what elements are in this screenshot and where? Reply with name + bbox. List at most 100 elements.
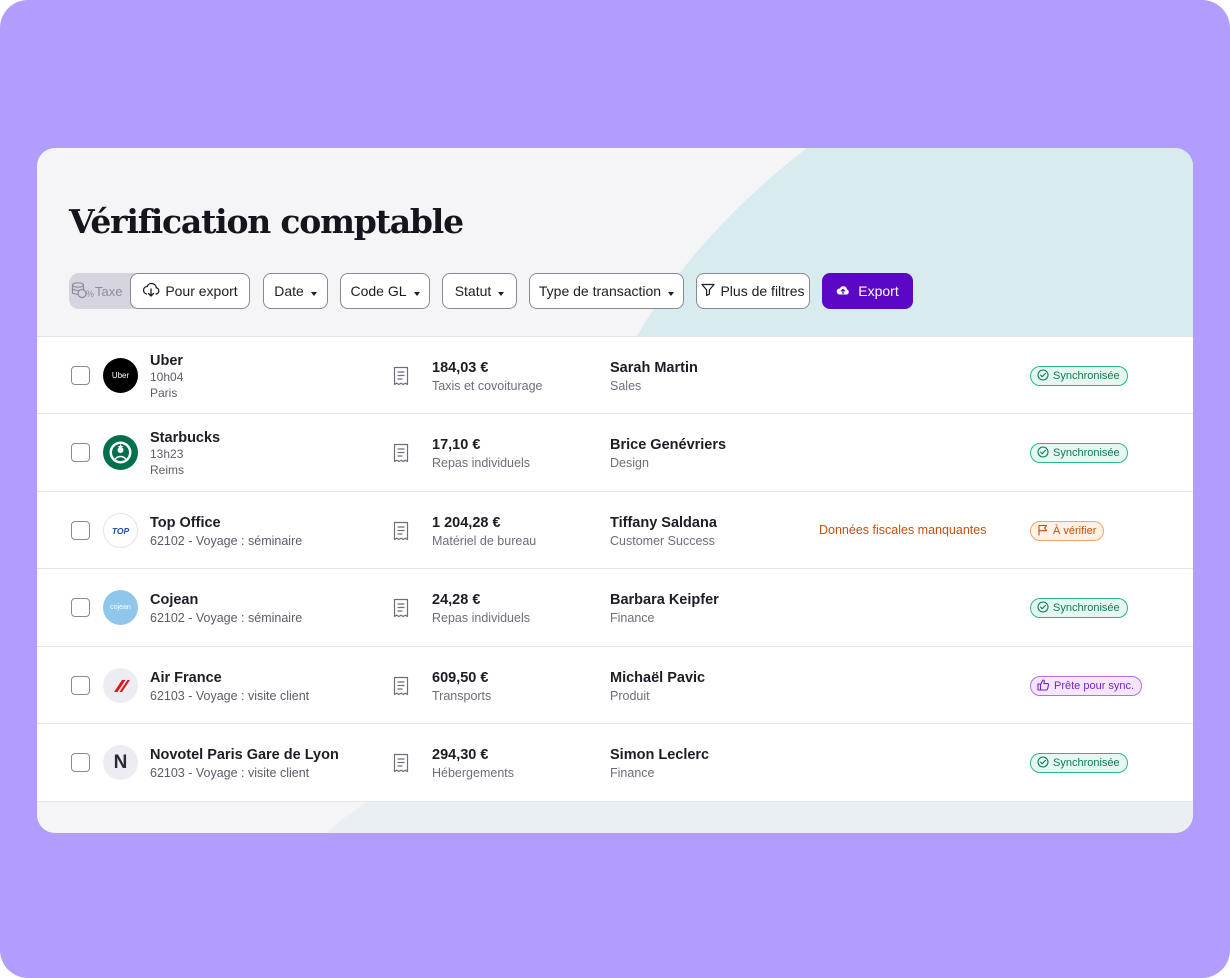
check-circle-icon: [1037, 445, 1049, 461]
merchant-info: Novotel Paris Gare de Lyon 62103 - Voyag…: [150, 746, 390, 782]
employee-team: Sales: [610, 379, 642, 393]
status-label: Synchronisée: [1053, 757, 1120, 769]
status-label: Prête pour sync.: [1054, 680, 1135, 692]
employee-info: Brice Genévriers Design: [610, 436, 810, 472]
employee-info: Michaël Pavic Produit: [610, 669, 810, 705]
caret-down-icon: [498, 291, 505, 296]
status-badge: Synchronisée: [1030, 443, 1128, 463]
filter-toolbar: % Taxe Pour export Date Code GL Statut T…: [69, 273, 1169, 309]
merchant-city: Reims: [150, 462, 185, 477]
export-button[interactable]: Export: [822, 273, 913, 309]
caret-down-icon: [310, 291, 317, 296]
amount-value: 184,03 €: [432, 360, 489, 376]
expense-category: Transports: [432, 689, 492, 703]
receipt-icon[interactable]: [393, 366, 409, 391]
statut-filter-label: Statut: [454, 283, 492, 299]
receipt-icon[interactable]: [393, 443, 409, 468]
row-checkbox[interactable]: [71, 598, 90, 617]
cloud-upload-icon: [836, 283, 850, 299]
receipt-icon[interactable]: [393, 598, 409, 623]
table-row[interactable]: N Novotel Paris Gare de Lyon 62103 - Voy…: [37, 723, 1193, 801]
caret-down-icon: [413, 291, 420, 296]
merchant-time: 10h04: [150, 370, 184, 384]
code-gl-filter-button[interactable]: Code GL: [340, 273, 430, 309]
employee-team: Finance: [610, 766, 655, 780]
receipt-icon[interactable]: [393, 753, 409, 778]
table-row[interactable]: TOP Top Office 62102 - Voyage : séminair…: [37, 491, 1193, 569]
merchant-name: Top Office: [150, 515, 221, 531]
status-badge: Synchronisée: [1030, 366, 1128, 386]
merchant-info: Top Office 62102 - Voyage : séminaire: [150, 514, 390, 550]
table-row[interactable]: Uber Uber 10h04 Paris 184,03 € Taxis et …: [37, 336, 1193, 414]
starbucks-logo: [103, 435, 138, 470]
expense-category: Hébergements: [432, 766, 514, 780]
merchant-time: 13h23: [150, 447, 184, 461]
amount-value: 609,50 €: [432, 670, 489, 686]
verification-panel: Vérification comptable % Taxe Pour expor…: [37, 148, 1193, 833]
funnel-icon: [701, 283, 716, 299]
merchant-gl-code: 62103 - Voyage : visite client: [150, 766, 310, 780]
receipt-icon[interactable]: [393, 521, 409, 546]
merchant-name: Uber: [150, 353, 184, 369]
air-france-logo: [103, 668, 138, 703]
row-checkbox[interactable]: [71, 443, 90, 462]
employee-info: Barbara Keipfer Finance: [610, 591, 810, 627]
date-filter-label: Date: [274, 283, 304, 299]
table-row[interactable]: Starbucks 13h23 Reims 17,10 € Repas indi…: [37, 413, 1193, 491]
status-badge: À vérifier: [1030, 521, 1105, 541]
merchant-info: Air France 62103 - Voyage : visite clien…: [150, 669, 390, 705]
row-checkbox[interactable]: [71, 676, 90, 695]
percent-label: %: [86, 289, 95, 299]
more-filters-button[interactable]: Plus de filtres: [696, 273, 810, 309]
date-filter-button[interactable]: Date: [263, 273, 328, 309]
check-circle-icon: [1037, 368, 1049, 384]
merchant-name: Starbucks: [150, 430, 221, 446]
table-row[interactable]: Air France 62103 - Voyage : visite clien…: [37, 646, 1193, 724]
employee-name: Brice Genévriers: [610, 437, 727, 453]
merchant-city: Paris: [150, 385, 178, 400]
pour-export-button[interactable]: Pour export: [130, 273, 250, 309]
statut-filter-button[interactable]: Statut: [442, 273, 517, 309]
cojean-logo-text: cojean: [110, 604, 131, 611]
employee-team: Customer Success: [610, 534, 715, 548]
expense-category: Taxis et covoiturage: [432, 379, 543, 393]
amount-info: 1 204,28 € Matériel de bureau: [432, 514, 602, 550]
receipt-icon[interactable]: [393, 676, 409, 701]
amount-value: 294,30 €: [432, 747, 489, 763]
amount-info: 609,50 € Transports: [432, 669, 602, 705]
novotel-logo: N: [103, 745, 138, 780]
amount-info: 294,30 € Hébergements: [432, 746, 602, 782]
employee-info: Simon Leclerc Finance: [610, 746, 810, 782]
missing-tax-data-warning: Données fiscales manquantes: [819, 523, 987, 537]
row-checkbox[interactable]: [71, 521, 90, 540]
top-office-logo: TOP: [103, 513, 138, 548]
thumbs-up-icon: [1037, 678, 1050, 694]
merchant-info: Uber 10h04 Paris: [150, 352, 390, 401]
employee-team: Design: [610, 456, 649, 470]
expense-category: Repas individuels: [432, 611, 530, 625]
employee-name: Barbara Keipfer: [610, 592, 719, 608]
row-checkbox[interactable]: [71, 366, 90, 385]
employee-name: Michaël Pavic: [610, 670, 706, 686]
employee-name: Tiffany Saldana: [610, 515, 717, 531]
novotel-logo-text: N: [113, 751, 128, 773]
type-transaction-filter-button[interactable]: Type de transaction: [529, 273, 684, 309]
expense-category: Repas individuels: [432, 456, 530, 470]
employee-info: Sarah Martin Sales: [610, 359, 810, 395]
row-checkbox[interactable]: [71, 753, 90, 772]
top-office-logo-text: TOP: [111, 525, 130, 536]
more-filters-label: Plus de filtres: [720, 283, 805, 299]
cloud-download-icon: [142, 282, 160, 301]
transactions-list: Uber Uber 10h04 Paris 184,03 € Taxis et …: [37, 336, 1193, 802]
status-label: Synchronisée: [1053, 447, 1120, 459]
amount-value: 1 204,28 €: [432, 515, 501, 531]
coins-icon: [71, 281, 87, 302]
type-transaction-filter-label: Type de transaction: [538, 283, 662, 299]
employee-team: Produit: [610, 689, 650, 703]
status-label: À vérifier: [1053, 525, 1097, 537]
table-row[interactable]: cojean Cojean 62102 - Voyage : séminaire…: [37, 568, 1193, 646]
check-circle-icon: [1037, 600, 1049, 616]
merchant-gl-code: 62103 - Voyage : visite client: [150, 689, 310, 703]
merchant-info: Cojean 62102 - Voyage : séminaire: [150, 591, 390, 627]
status-label: Synchronisée: [1053, 602, 1120, 614]
